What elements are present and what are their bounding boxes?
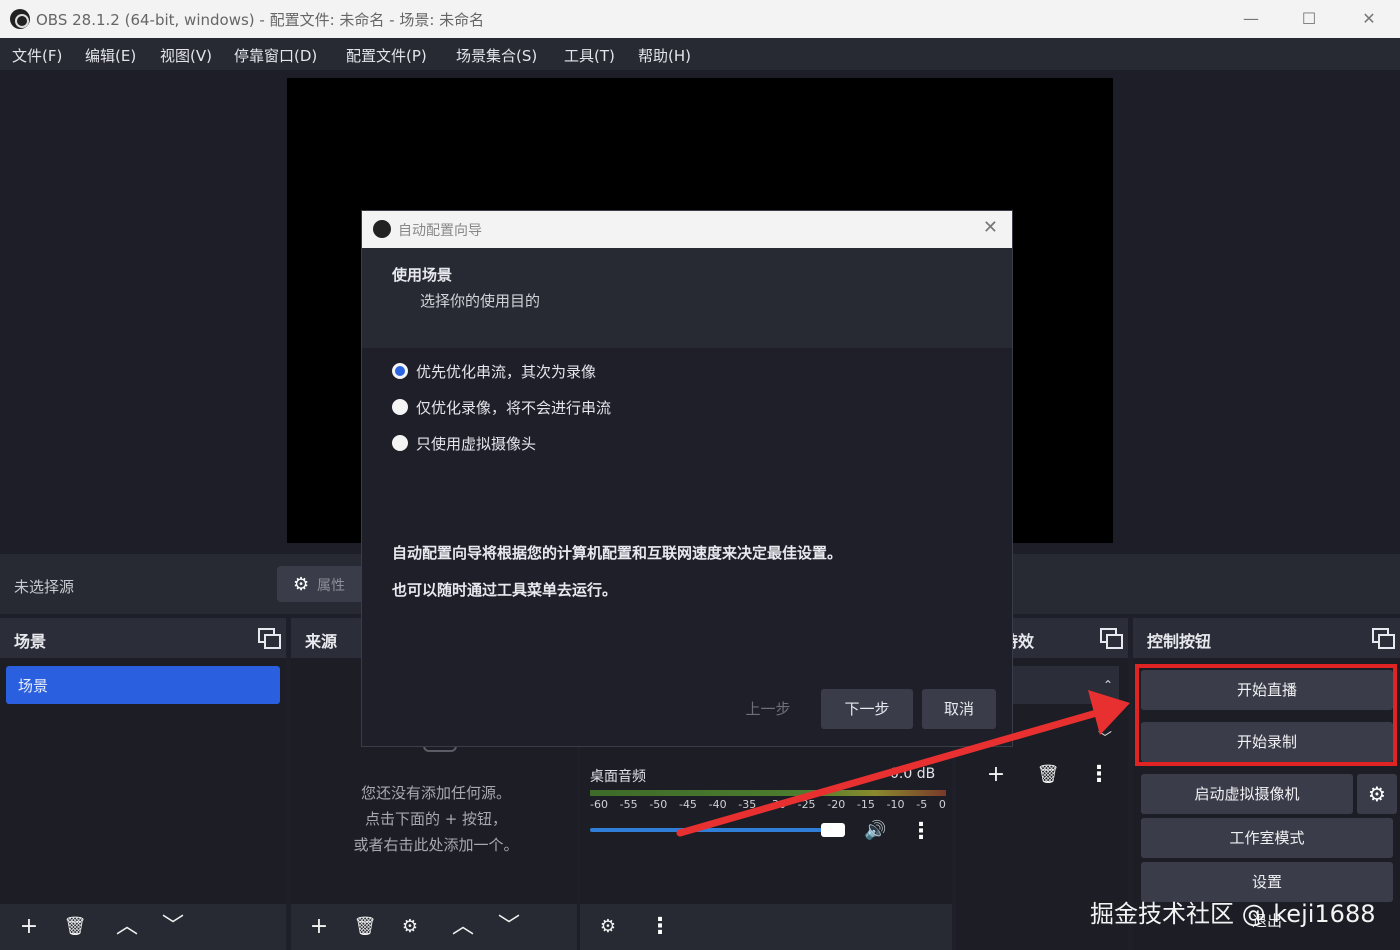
menu-view[interactable]: 视图(V)	[160, 45, 212, 66]
move-source-up-chevron-icon[interactable]: ︿	[445, 910, 481, 944]
radio-button[interactable]	[392, 363, 408, 379]
sources-dock-title: 来源	[305, 632, 338, 651]
option-label: 只使用虚拟摄像头	[416, 435, 537, 453]
page-title: 使用场景	[392, 266, 453, 284]
remove-scene-trash-icon[interactable]: 🗑	[57, 910, 93, 944]
radio-button[interactable]	[392, 435, 408, 451]
meter-tick-label: -45	[678, 798, 697, 811]
dialog-page-header: 使用场景 选择你的使用目的	[362, 248, 1012, 348]
scenes-dock-header: 场景	[0, 618, 286, 658]
advanced-audio-properties-icon[interactable]: ⚙	[590, 910, 626, 944]
menu-bar: 文件(F) 编辑(E) 视图(V) 停靠窗口(D) 配置文件(P) 场景集合(S…	[0, 38, 1400, 70]
mixer-channel-name: 桌面音频	[590, 769, 646, 785]
cancel-button[interactable]: 取消	[922, 689, 996, 729]
studio-mode-button[interactable]: 工作室模式	[1141, 818, 1393, 858]
remove-source-trash-icon[interactable]: 🗑	[347, 910, 383, 944]
undock-icon[interactable]	[1372, 628, 1395, 649]
meter-tick-label: -50	[649, 798, 668, 811]
menu-profile[interactable]: 配置文件(P)	[346, 45, 427, 66]
transition-menu-icon[interactable]: ⋮	[1081, 758, 1117, 792]
dialog-title: 自动配置向导	[398, 223, 482, 239]
auto-config-wizard-dialog: 自动配置向导 ✕ 使用场景 选择你的使用目的 优先优化串流，其次为录像 仅优化录…	[362, 211, 1012, 746]
transition-spin-icon[interactable]: ⌃	[1096, 666, 1120, 704]
menu-tools[interactable]: 工具(T)	[564, 45, 615, 66]
menu-scene-collection[interactable]: 场景集合(S)	[456, 45, 537, 66]
speaker-mute-icon[interactable]: 🔊	[864, 820, 886, 841]
meter-tick-label: -10	[886, 798, 905, 811]
volume-meter-ticks: -60 -55 -50 -45 -40 -35 -30 -25 -20 -15 -10 -5 0	[590, 798, 946, 814]
meter-tick-label: -25	[797, 798, 816, 811]
volume-slider-handle[interactable]	[821, 823, 845, 837]
highlight-box	[1135, 664, 1397, 766]
gear-icon: ⚙	[293, 574, 310, 595]
controls-dock-header: 控制按钮	[1133, 618, 1400, 658]
mixer-dock-footer: ⚙ ⋮	[580, 904, 952, 950]
page-subtitle: 选择你的使用目的	[420, 292, 541, 310]
scenes-dock-title: 场景	[14, 632, 47, 651]
meter-tick-label: -5	[916, 798, 928, 811]
meter-tick-label: -35	[738, 798, 757, 811]
undock-icon[interactable]	[1100, 628, 1123, 649]
menu-edit[interactable]: 编辑(E)	[85, 45, 136, 66]
radio-button[interactable]	[392, 399, 408, 415]
minimize-button[interactable]: —	[1236, 6, 1266, 32]
scenes-dock: 场景 场景 + 🗑 ︿ ﹀	[0, 618, 286, 950]
virtual-camera-gear-icon[interactable]: ⚙	[1357, 774, 1397, 814]
window-titlebar: OBS 28.1.2 (64-bit, windows) - 配置文件: 未命名…	[0, 0, 1400, 38]
move-scene-up-chevron-icon[interactable]: ︿	[109, 910, 145, 944]
scene-item-label: 场景	[18, 677, 49, 695]
chevron-down-icon: ﹀	[1098, 731, 1112, 747]
obs-logo-icon	[10, 9, 30, 29]
volume-slider[interactable]	[590, 828, 833, 832]
next-button[interactable]: 下一步	[821, 689, 913, 729]
menu-file[interactable]: 文件(F)	[12, 45, 62, 66]
dialog-titlebar: 自动配置向导 ✕	[362, 211, 1012, 248]
sources-empty-hint[interactable]: 您还没有添加任何源。 点击下面的 + 按钮， 或者右击此处添加一个。	[311, 780, 561, 858]
add-transition-button[interactable]: +	[978, 758, 1014, 792]
meter-tick-label: -20	[827, 798, 846, 811]
move-scene-down-chevron-icon[interactable]: ﹀	[155, 910, 191, 944]
option-label: 优先优化串流，其次为录像	[416, 363, 597, 381]
properties-label: 属性	[317, 578, 345, 594]
sources-hint-line-2: 点击下面的 + 按钮，	[364, 810, 508, 828]
back-button[interactable]: 上一步	[722, 689, 814, 729]
add-source-button[interactable]: +	[301, 910, 337, 944]
undock-icon[interactable]	[258, 628, 281, 649]
option-label: 仅优化录像，将不会进行串流	[416, 399, 612, 417]
scenes-dock-footer: + 🗑 ︿ ﹀	[0, 904, 286, 950]
meter-tick-label: -15	[856, 798, 875, 811]
dialog-close-icon[interactable]: ✕	[983, 217, 998, 238]
meter-tick-label: -55	[619, 798, 638, 811]
start-virtual-camera-button[interactable]: 启动虚拟摄像机	[1141, 774, 1353, 814]
sources-hint-line-3: 或者右击此处添加一个。	[353, 836, 519, 854]
close-button[interactable]: ✕	[1354, 6, 1384, 32]
controls-dock-title: 控制按钮	[1147, 632, 1212, 651]
mixer-channel-db: 0.0 dB	[890, 766, 936, 782]
add-scene-button[interactable]: +	[11, 910, 47, 944]
meter-tick-label: -60	[590, 798, 608, 811]
maximize-button[interactable]: ☐	[1294, 6, 1324, 32]
no-source-label: 未选择源	[14, 578, 75, 596]
scene-list-item[interactable]: 场景	[6, 666, 280, 704]
menu-docks[interactable]: 停靠窗口(D)	[234, 45, 317, 66]
meter-tick-label: -40	[708, 798, 727, 811]
menu-help[interactable]: 帮助(H)	[638, 45, 691, 66]
sources-dock-footer: + 🗑 ⚙ ︿ ﹀	[291, 904, 577, 950]
wizard-description-1: 自动配置向导将根据您的计算机配置和互联网速度来决定最佳设置。	[392, 544, 843, 562]
remove-transition-trash-icon[interactable]: 🗑	[1030, 758, 1066, 792]
volume-meter	[590, 790, 946, 796]
move-source-down-chevron-icon[interactable]: ﹀	[491, 910, 527, 944]
properties-button[interactable]: ⚙ 属性	[277, 566, 367, 602]
wizard-description-2: 也可以随时通过工具菜单去运行。	[392, 581, 618, 599]
window-title: OBS 28.1.2 (64-bit, windows) - 配置文件: 未命名…	[36, 11, 485, 29]
meter-tick-label: -30	[767, 798, 786, 811]
watermark: 掘金技术社区 @ keji1688	[1090, 900, 1376, 928]
meter-tick-label: 0	[938, 798, 946, 811]
source-properties-gear-icon[interactable]: ⚙	[392, 910, 428, 944]
channel-menu-icon[interactable]: ⋮	[903, 815, 939, 849]
mixer-menu-icon[interactable]: ⋮	[642, 910, 678, 944]
sources-hint-line-1: 您还没有添加任何源。	[360, 784, 511, 802]
obs-logo-icon	[373, 220, 391, 238]
